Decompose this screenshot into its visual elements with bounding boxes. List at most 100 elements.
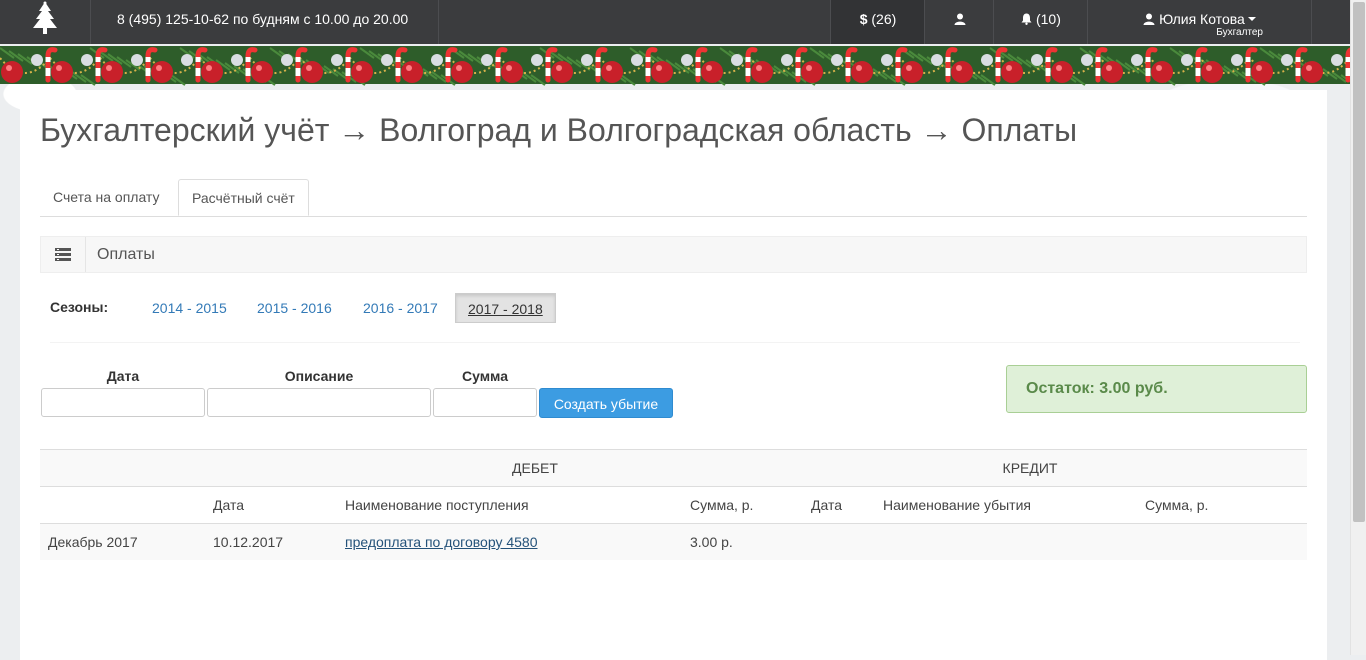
red-ornament (501, 61, 523, 83)
silver-ornament (1081, 54, 1093, 66)
silver-ornament (1331, 54, 1343, 66)
bell-icon (1021, 13, 1032, 25)
silver-ornament (531, 54, 543, 66)
red-ornament (1101, 61, 1123, 83)
red-ornament (1201, 61, 1223, 83)
red-ornament (751, 61, 773, 83)
ornament-shine (706, 65, 712, 71)
tab-settlement-account[interactable]: Расчётный счёт (178, 179, 309, 216)
red-ornament (1051, 61, 1073, 83)
ornament-shine (256, 65, 262, 71)
row-debit-sum: 3.00 р. (682, 523, 803, 560)
ornament-shine (806, 65, 812, 71)
user-name: Юлия Котова (1159, 11, 1245, 27)
user-icon (1143, 13, 1155, 25)
red-ornament (1, 61, 23, 83)
row-income-name-cell: предоплата по договору 4580 (337, 523, 682, 560)
ornament-shine (856, 65, 862, 71)
col-debit-sum: Сумма, р. (682, 486, 803, 524)
red-ornament (1001, 61, 1023, 83)
ornament-shine (156, 65, 162, 71)
silver-ornament (231, 54, 243, 66)
silver-ornament (731, 54, 743, 66)
silver-ornament (331, 54, 343, 66)
ornament-shine (506, 65, 512, 71)
season-2017-2018[interactable]: 2017 - 2018 (455, 293, 556, 323)
ornament-shine (1156, 65, 1162, 71)
page-title: Бухгалтерский учёт → Волгоград и Волгогр… (40, 112, 1078, 148)
col-credit-date: Дата (803, 486, 875, 524)
payments-table: ДЕБЕТ КРЕДИТ Дата Наименование поступлен… (40, 449, 1308, 560)
debit-header: ДЕБЕТ (205, 449, 803, 487)
credit-header: КРЕДИТ (803, 449, 1308, 487)
silver-ornament (181, 54, 193, 66)
date-input[interactable] (41, 388, 205, 417)
table-group-header: ДЕБЕТ КРЕДИТ (40, 449, 1308, 487)
red-ornament (1151, 61, 1173, 83)
season-2016-2017[interactable]: 2016 - 2017 (351, 293, 450, 323)
income-link[interactable]: предоплата по договору 4580 (345, 534, 538, 550)
red-ornament (801, 61, 823, 83)
silver-ornament (281, 54, 293, 66)
row-debit-date: 10.12.2017 (205, 523, 337, 560)
season-2015-2016[interactable]: 2015 - 2016 (245, 293, 344, 323)
ornament-shine (106, 65, 112, 71)
list-icon-wrap (41, 237, 86, 272)
ornament-shine (1006, 65, 1012, 71)
ornament-shine (1206, 65, 1212, 71)
description-label: Описание (284, 368, 354, 384)
silver-ornament (1031, 54, 1043, 66)
payments-box-header: Оплаты (40, 236, 1307, 273)
silver-ornament (631, 54, 643, 66)
red-ornament (251, 61, 273, 83)
scrollbar[interactable] (1350, 0, 1366, 655)
red-ornament (401, 61, 423, 83)
ornament-shine (656, 65, 662, 71)
user-role: Бухгалтер (1216, 27, 1263, 38)
row-credit-date (803, 523, 875, 560)
ornament-shine (206, 65, 212, 71)
red-ornament (851, 61, 873, 83)
dollar-icon: $ (859, 11, 868, 27)
ornament-shine (56, 65, 62, 71)
red-ornament (701, 61, 723, 83)
divider (50, 342, 1300, 343)
ornament-shine (756, 65, 762, 71)
ornament-shine (356, 65, 362, 71)
red-ornament (1301, 61, 1323, 83)
empty-cell (40, 449, 205, 487)
chevron-down-icon (1247, 17, 1256, 21)
red-ornament (301, 61, 323, 83)
col-period (40, 486, 205, 524)
seasons-label: Сезоны: (50, 299, 109, 315)
tab-invoices[interactable]: Счета на оплату (40, 179, 173, 215)
silver-ornament (881, 54, 893, 66)
description-input[interactable] (207, 388, 431, 417)
tabs-bar: Счета на оплату Расчётный счёт (40, 179, 1307, 217)
red-ornament (901, 61, 923, 83)
box-title: Оплаты (97, 246, 155, 263)
ornament-shine (556, 65, 562, 71)
silver-ornament (781, 54, 793, 66)
silver-ornament (981, 54, 993, 66)
scrollbar-thumb[interactable] (1353, 2, 1365, 522)
row-expense-name (875, 523, 1137, 560)
silver-ornament (1131, 54, 1143, 66)
col-credit-sum: Сумма, р. (1137, 486, 1308, 524)
list-icon (55, 248, 71, 261)
season-2014-2015[interactable]: 2014 - 2015 (140, 293, 239, 323)
silver-ornament (431, 54, 443, 66)
red-ornament (601, 61, 623, 83)
red-ornament (951, 61, 973, 83)
garland-image (0, 46, 1350, 86)
silver-ornament (681, 54, 693, 66)
create-expense-button[interactable]: Создать убытие (539, 388, 673, 418)
notifications-count: (10) (1035, 11, 1061, 27)
ornament-shine (1306, 65, 1312, 71)
sum-input[interactable] (433, 388, 537, 417)
row-period: Декабрь 2017 (40, 523, 205, 560)
table-row: Декабрь 2017 10.12.2017 предоплата по до… (40, 523, 1308, 560)
ornament-shine (956, 65, 962, 71)
ornament-shine (6, 65, 12, 71)
silver-ornament (31, 54, 43, 66)
